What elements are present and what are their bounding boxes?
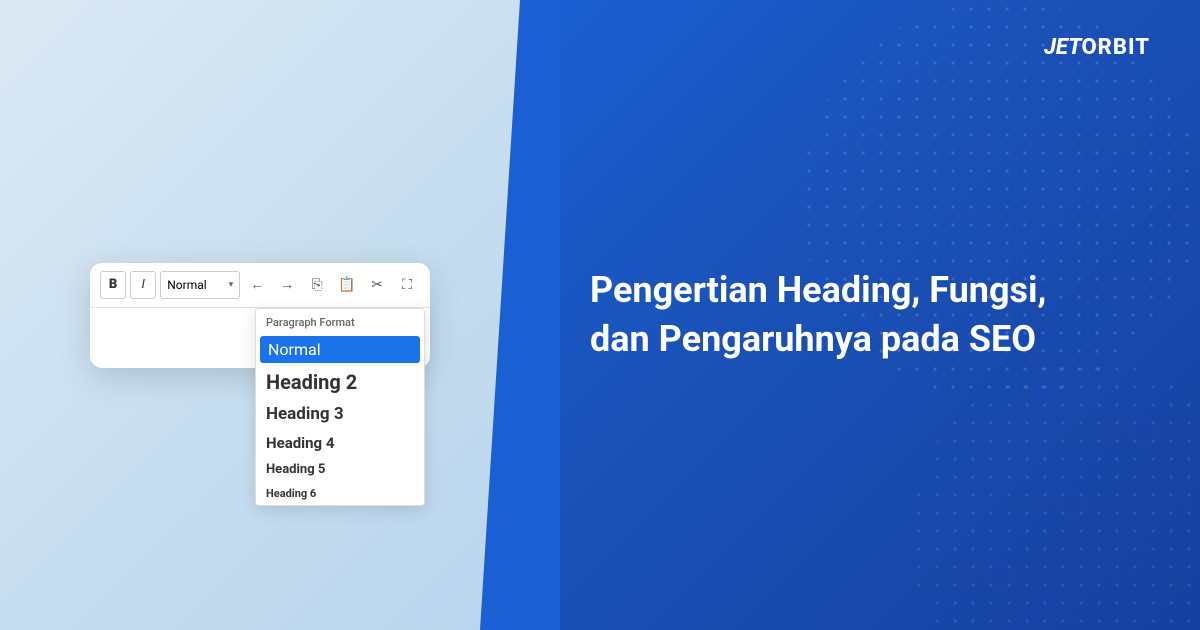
dropdown-item-normal[interactable]: Normal: [260, 336, 420, 363]
chevron-down-icon: ▾: [229, 280, 234, 290]
brand-logo: JETORBIT: [1044, 35, 1150, 60]
heading-line1: Pengertian Heading, Fungsi,: [590, 269, 1046, 311]
dropdown-item-h6[interactable]: Heading 6: [256, 482, 424, 505]
copy-button[interactable]: ⎘: [304, 271, 330, 299]
brand-orbit: ORBIT: [1081, 35, 1150, 60]
left-panel: B I Normal ▾ ← → ⎘ 📋 ✂ ⛶ Paragraph Forma…: [0, 0, 520, 630]
italic-button[interactable]: I: [130, 271, 156, 299]
dropdown-item-h3[interactable]: Heading 3: [256, 399, 424, 429]
divider-shape: [480, 0, 560, 630]
dropdown-item-h2[interactable]: Heading 2: [256, 365, 424, 399]
bold-button[interactable]: B: [100, 271, 126, 299]
brand-name: JETORBIT: [1044, 35, 1150, 60]
undo-button[interactable]: ←: [244, 271, 270, 299]
paste-button[interactable]: 📋: [334, 271, 360, 299]
dropdown-label: Paragraph Format: [256, 309, 424, 334]
expand-button[interactable]: ⛶: [394, 271, 420, 299]
dropdown-item-h5[interactable]: Heading 5: [256, 457, 424, 482]
right-heading: Pengertian Heading, Fungsi, dan Pengaruh…: [590, 266, 1046, 363]
dropdown-item-h4[interactable]: Heading 4: [256, 429, 424, 457]
heading-line2: dan Pengaruhnya pada SEO: [590, 318, 1036, 360]
brand-jet: JET: [1044, 35, 1082, 60]
editor-widget: B I Normal ▾ ← → ⎘ 📋 ✂ ⛶ Paragraph Forma…: [90, 263, 430, 368]
redo-button[interactable]: →: [274, 271, 300, 299]
cut-button[interactable]: ✂: [364, 271, 390, 299]
format-select[interactable]: Normal ▾: [160, 271, 240, 299]
right-panel: JETORBIT Pengertian Heading, Fungsi, dan…: [520, 0, 1200, 630]
paragraph-format-dropdown: Paragraph Format Normal Heading 2 Headin…: [255, 308, 425, 506]
editor-toolbar: B I Normal ▾ ← → ⎘ 📋 ✂ ⛶: [90, 263, 430, 308]
format-select-value: Normal: [167, 278, 206, 292]
